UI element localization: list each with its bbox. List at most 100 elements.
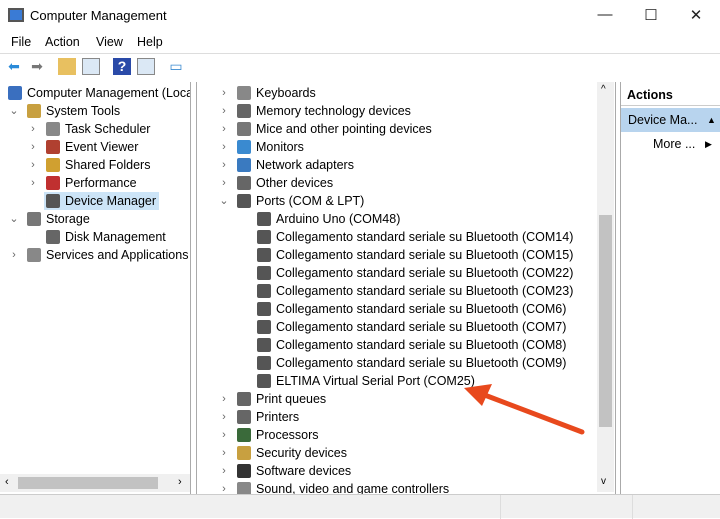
device-icon	[46, 122, 60, 136]
collapse-icon: ▲	[707, 115, 716, 125]
menu-help[interactable]: Help	[137, 35, 163, 49]
tree-item[interactable]: › Other devices	[222, 174, 336, 192]
device-icon	[237, 392, 251, 406]
tree-item[interactable]: Collegamento standard seriale su Bluetoo…	[255, 318, 569, 336]
tree-item-label: Collegamento standard seriale su Bluetoo…	[276, 302, 567, 316]
back-icon[interactable]: ⬅	[5, 58, 23, 75]
tree-item[interactable]: › Shared Folders	[31, 156, 153, 174]
tree-item[interactable]: Collegamento standard seriale su Bluetoo…	[255, 264, 576, 282]
device-icon	[46, 230, 60, 244]
menu-file[interactable]: File	[11, 35, 31, 49]
tree-item-label: Sound, video and game controllers	[256, 482, 450, 494]
tree-item[interactable]: ⌄ System Tools	[9, 102, 123, 120]
scroll-thumb[interactable]	[599, 215, 612, 427]
tree-item[interactable]: › Printers	[222, 408, 302, 426]
title-bar: Computer Management — ☐ ✕	[0, 0, 720, 32]
horizontal-scrollbar[interactable]: ‹ ›	[0, 474, 190, 492]
chevron-right-icon[interactable]: ›	[28, 174, 38, 192]
tree-item[interactable]: ELTIMA Virtual Serial Port (COM25)	[255, 372, 478, 390]
chevron-down-icon[interactable]: ⌄	[219, 192, 229, 210]
device-icon	[237, 446, 251, 460]
tree-item-label: Network adapters	[256, 158, 354, 172]
minimize-button[interactable]: —	[590, 6, 620, 23]
tree-item-label: Ports (COM & LPT)	[256, 194, 365, 208]
tree-item[interactable]: › Print queues	[222, 390, 329, 408]
tree-item[interactable]: › Monitors	[222, 138, 307, 156]
tree-item[interactable]: Collegamento standard seriale su Bluetoo…	[255, 228, 576, 246]
tree-item[interactable]: › Keyboards	[222, 84, 319, 102]
device-icon	[257, 320, 271, 334]
tree-item[interactable]: Collegamento standard seriale su Bluetoo…	[255, 300, 569, 318]
actions-pane: Actions Device Ma... ▲ More ... ▶	[620, 82, 720, 494]
chevron-right-icon[interactable]: ›	[28, 156, 38, 174]
tree-item[interactable]: Collegamento standard seriale su Bluetoo…	[255, 282, 576, 300]
tree-item[interactable]: › Services and Applications	[12, 246, 190, 264]
tree-item[interactable]: › Mice and other pointing devices	[222, 120, 435, 138]
tree-item[interactable]: › Software devices	[222, 462, 354, 480]
tree-item[interactable]: › Processors	[222, 426, 322, 444]
tree-item[interactable]: ⌄ Storage	[9, 210, 93, 228]
tree-item[interactable]: › Network adapters	[222, 156, 357, 174]
device-icon	[27, 104, 41, 118]
tree-item[interactable]: Disk Management	[44, 228, 169, 246]
show-hide-action-pane-icon[interactable]	[137, 58, 155, 75]
help-icon[interactable]: ?	[113, 58, 131, 75]
device-icon	[257, 374, 271, 388]
chevron-right-icon[interactable]: ›	[219, 174, 229, 192]
chevron-right-icon[interactable]: ›	[219, 120, 229, 138]
tree-item[interactable]: › Performance	[31, 174, 140, 192]
chevron-right-icon[interactable]: ›	[219, 480, 229, 494]
chevron-right-icon[interactable]: ›	[219, 138, 229, 156]
tree-item-label: Collegamento standard seriale su Bluetoo…	[276, 338, 567, 352]
show-hide-tree-icon[interactable]	[82, 58, 100, 75]
chevron-right-icon[interactable]: ›	[28, 138, 38, 156]
monitor-icon[interactable]: ▭	[167, 58, 185, 75]
tree-item[interactable]: › Task Scheduler	[31, 120, 153, 138]
actions-device-manager-section[interactable]: Device Ma... ▲	[621, 108, 720, 132]
tree-item-label: Memory technology devices	[256, 104, 411, 118]
chevron-right-icon[interactable]: ›	[219, 408, 229, 426]
tree-item[interactable]: › Memory technology devices	[222, 102, 414, 120]
vertical-scrollbar[interactable]: ^ v	[597, 82, 614, 492]
chevron-right-icon[interactable]: ›	[219, 444, 229, 462]
tree-item-label: Collegamento standard seriale su Bluetoo…	[276, 284, 574, 298]
tree-item-label: Device Manager	[65, 194, 157, 208]
computer-management-icon	[8, 8, 24, 22]
tree-item[interactable]: Arduino Uno (COM48)	[255, 210, 403, 228]
tree-item-label: Collegamento standard seriale su Bluetoo…	[276, 266, 574, 280]
tree-item-label: Other devices	[256, 176, 334, 190]
chevron-right-icon[interactable]: ›	[9, 246, 19, 264]
tree-item[interactable]: ⌄ Ports (COM & LPT)	[219, 192, 367, 210]
device-icon	[237, 464, 251, 478]
up-icon[interactable]	[58, 58, 76, 75]
tree-item[interactable]: › Security devices	[222, 444, 350, 462]
tree-item[interactable]: Collegamento standard seriale su Bluetoo…	[255, 246, 576, 264]
menu-action[interactable]: Action	[45, 35, 80, 49]
chevron-right-icon[interactable]: ›	[219, 426, 229, 444]
tree-item[interactable]: › Event Viewer	[31, 138, 141, 156]
forward-icon[interactable]: ➡	[28, 58, 46, 75]
tree-item[interactable]: › Sound, video and game controllers	[222, 480, 452, 494]
device-icon	[257, 266, 271, 280]
chevron-right-icon[interactable]: ›	[28, 120, 38, 138]
tree-item[interactable]: Computer Management (Local	[6, 84, 190, 102]
chevron-down-icon[interactable]: ⌄	[9, 210, 19, 228]
tree-item-label: Arduino Uno (COM48)	[276, 212, 401, 226]
device-icon	[257, 338, 271, 352]
chevron-right-icon[interactable]: ›	[219, 156, 229, 174]
device-icon	[237, 194, 251, 208]
chevron-down-icon[interactable]: ⌄	[9, 102, 19, 120]
maximize-button[interactable]: ☐	[636, 6, 666, 24]
tree-item-label: Collegamento standard seriale su Bluetoo…	[276, 248, 574, 262]
device-icon	[237, 140, 251, 154]
chevron-right-icon[interactable]: ›	[219, 102, 229, 120]
chevron-right-icon[interactable]: ›	[219, 84, 229, 102]
chevron-right-icon[interactable]: ›	[219, 462, 229, 480]
tree-item[interactable]: Collegamento standard seriale su Bluetoo…	[255, 336, 569, 354]
more-actions[interactable]: More ... ▶	[653, 135, 712, 153]
tree-item[interactable]: Device Manager	[44, 192, 160, 210]
close-button[interactable]: ✕	[681, 6, 711, 24]
menu-view[interactable]: View	[96, 35, 123, 49]
chevron-right-icon[interactable]: ›	[219, 390, 229, 408]
tree-item[interactable]: Collegamento standard seriale su Bluetoo…	[255, 354, 569, 372]
